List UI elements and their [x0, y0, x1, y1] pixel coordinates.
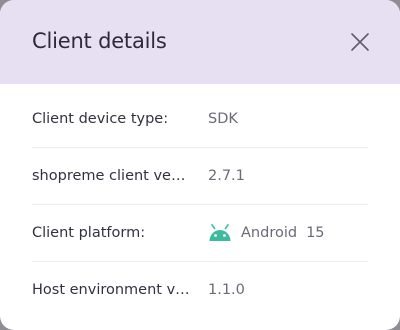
host-environment-label: Host environment ve…	[32, 282, 190, 298]
details-list: Client device type: SDK shopreme client …	[32, 91, 368, 318]
device-type-value: SDK	[208, 111, 238, 127]
platform-version: 15	[306, 225, 325, 241]
device-type-label: Client device type:	[32, 111, 169, 127]
detail-row-host-environment: Host environment ve… 1.1.0	[32, 262, 368, 318]
detail-row-client-version: shopreme client vers… 2.7.1	[32, 148, 368, 205]
client-details-dialog: Client details Client device type: SDK s…	[0, 0, 400, 330]
close-button[interactable]	[348, 30, 372, 54]
detail-row-device-type: Client device type: SDK	[32, 91, 368, 148]
client-platform-value: Android 15	[208, 224, 325, 242]
client-version-label: shopreme client vers…	[32, 168, 190, 184]
client-version-value: 2.7.1	[208, 168, 245, 184]
dialog-header: Client details	[0, 0, 400, 84]
detail-row-client-platform: Client platform: Android 15	[32, 205, 368, 262]
android-icon	[208, 224, 232, 242]
close-icon	[348, 30, 372, 54]
platform-name: Android	[241, 225, 298, 241]
client-platform-label: Client platform:	[32, 225, 146, 241]
dialog-title: Client details	[32, 29, 167, 53]
host-environment-value: 1.1.0	[208, 282, 245, 298]
